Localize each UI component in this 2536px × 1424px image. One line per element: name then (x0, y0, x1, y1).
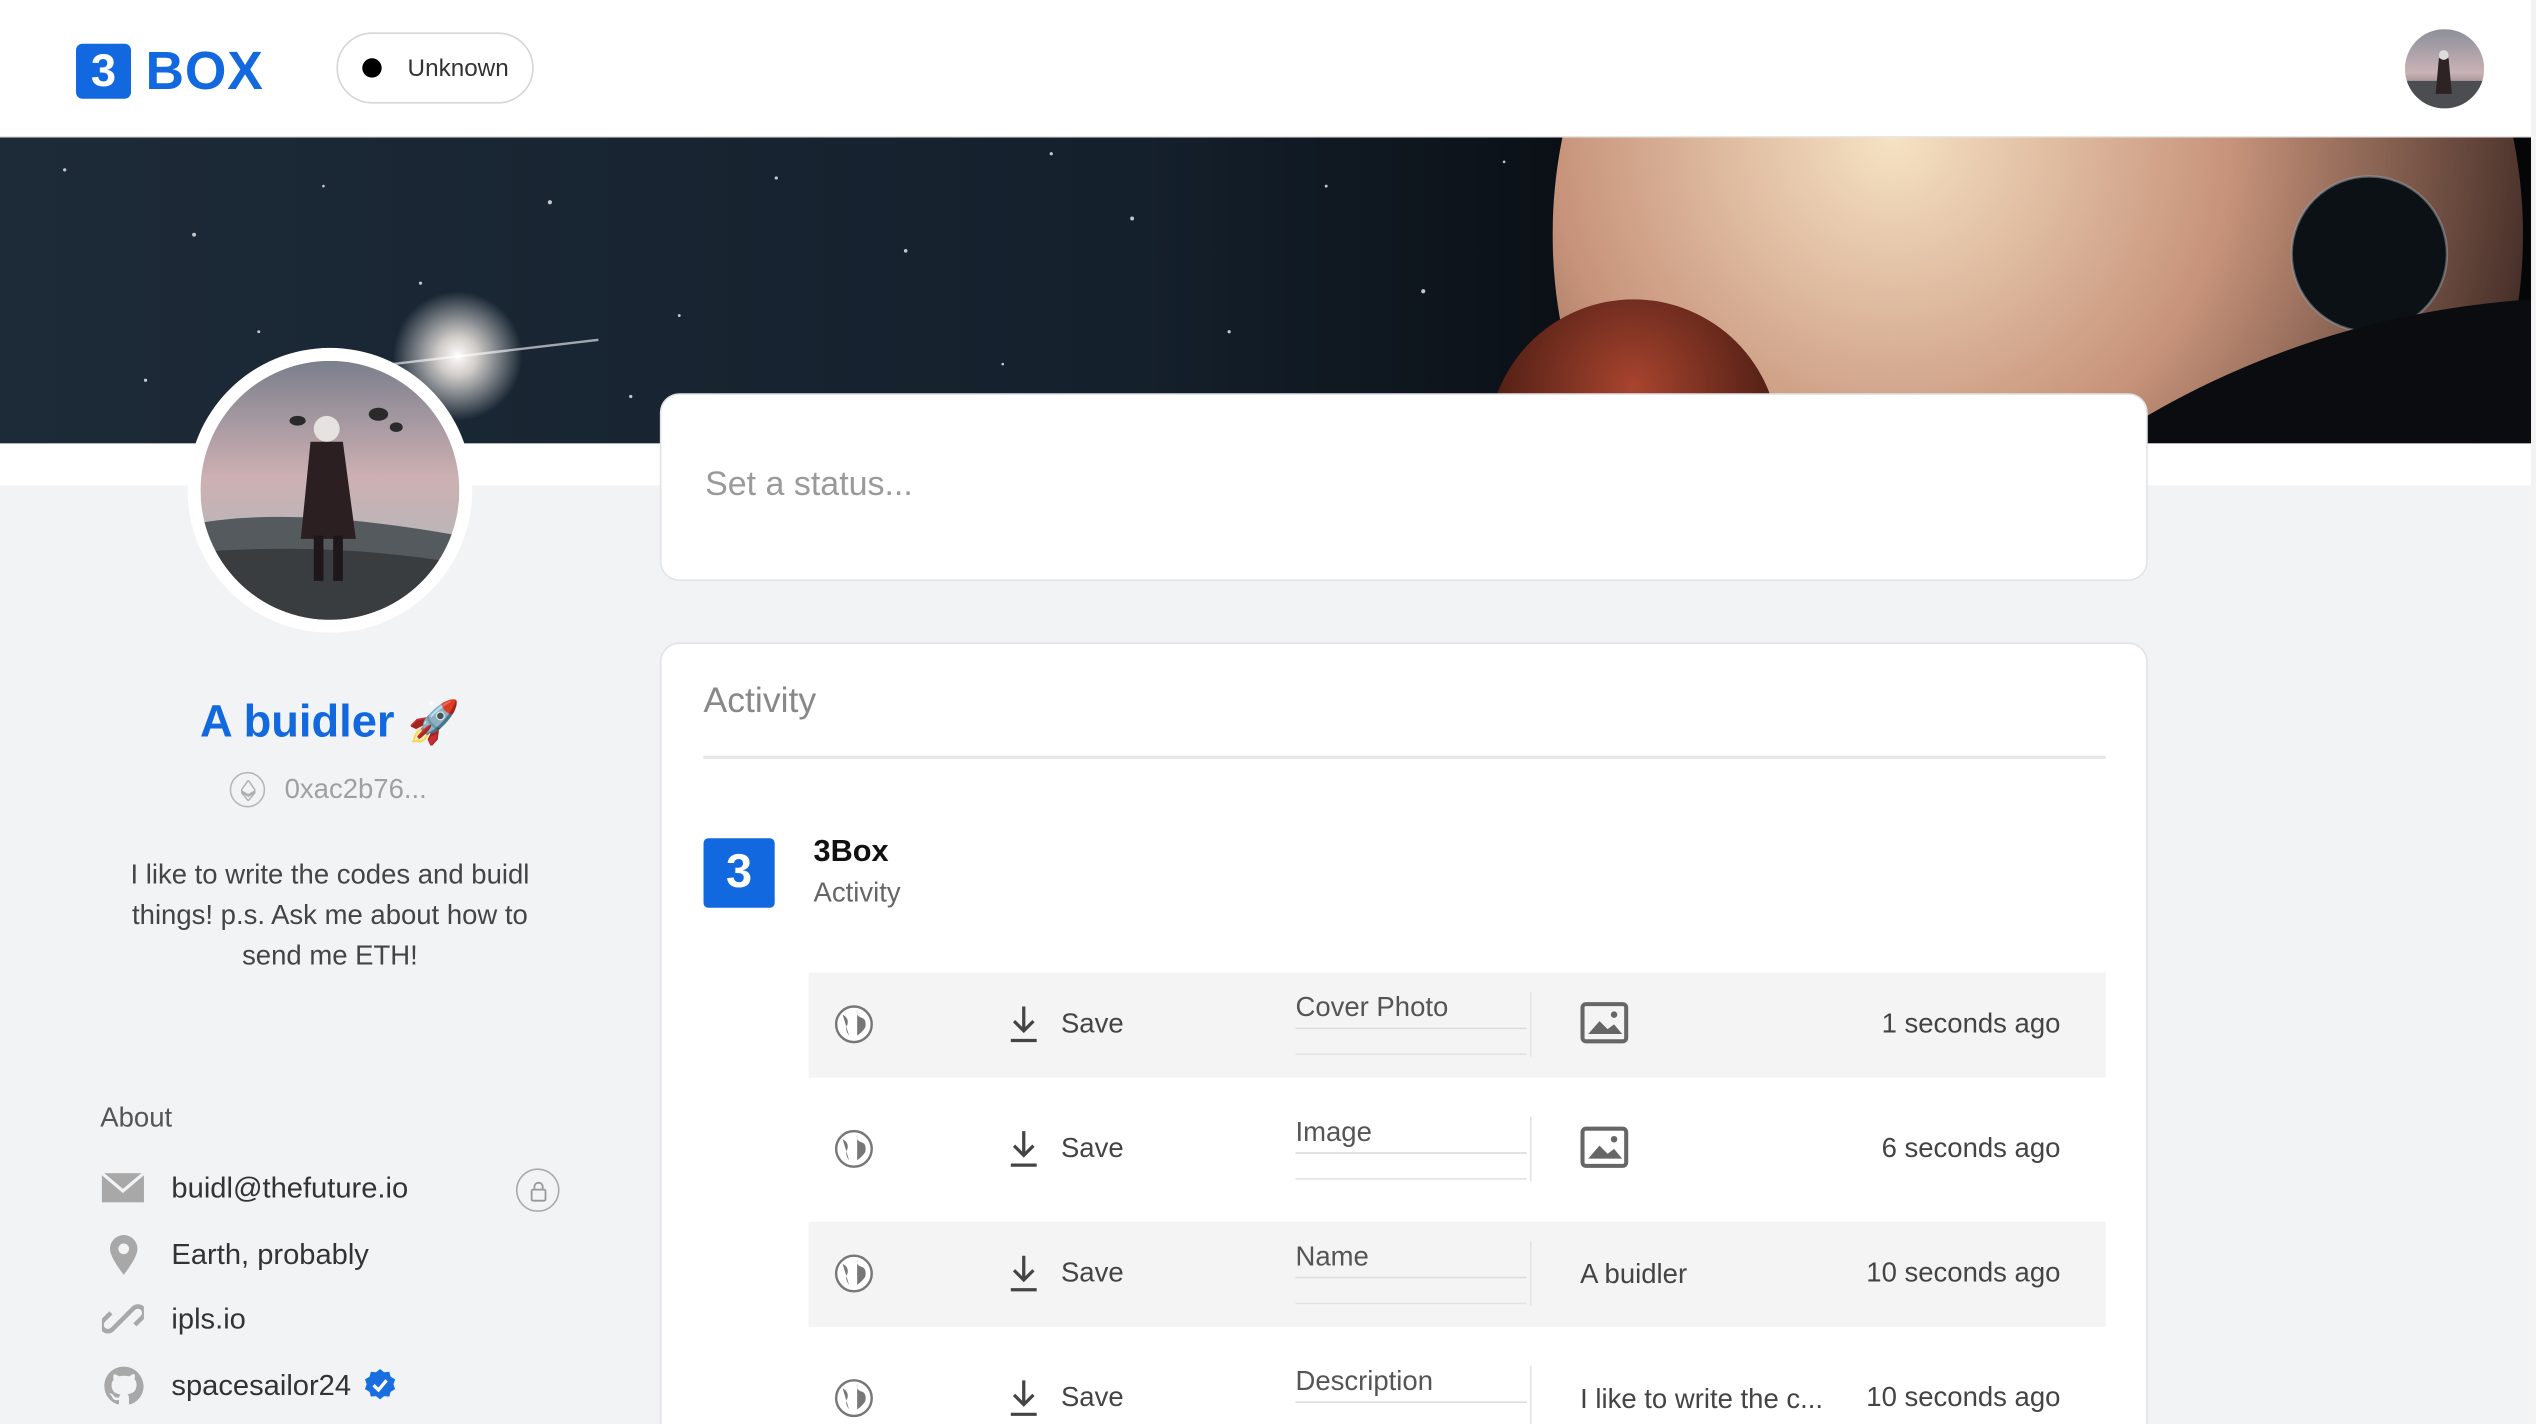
activity-row: Save Cover Photo 1 seconds ago (808, 972, 2106, 1078)
globe-icon (834, 1254, 873, 1293)
field-underline (1295, 1302, 1527, 1305)
top-nav: 3 BOX Unknown (0, 0, 2532, 138)
rocket-emoji-icon: 🚀 (407, 697, 460, 746)
about-location: Earth, probably (100, 1231, 369, 1276)
location-pin-icon (100, 1231, 145, 1276)
activity-time: 1 seconds ago (1881, 1008, 2061, 1039)
app-subtitle: Activity (813, 877, 901, 908)
field-underline (1295, 1178, 1527, 1180)
network-status-pill[interactable]: Unknown (336, 32, 534, 104)
mail-icon (100, 1165, 145, 1210)
status-card (659, 393, 2148, 581)
activity-time: 10 seconds ago (1866, 1381, 2061, 1413)
activity-title: Activity (703, 679, 817, 721)
activity-row: Save Image 6 seconds ago (809, 1097, 2106, 1202)
eth-address-row[interactable]: 0xac2b76... (229, 771, 427, 808)
activity-action: Save (1060, 1132, 1124, 1164)
activity-divider (703, 755, 2106, 759)
app-name: 3Box (813, 834, 889, 869)
lock-icon (529, 1180, 546, 1201)
profile-picture[interactable] (187, 347, 473, 633)
activity-value: A buidler (1580, 1258, 1688, 1290)
about-github[interactable]: spacesailor24 (100, 1363, 396, 1408)
nav-avatar-image (2404, 29, 2485, 109)
activity-row: Save Description I like to write the c..… (809, 1346, 2106, 1424)
app-3box-icon: 3 (703, 838, 775, 908)
profile-name: A buidler (199, 695, 395, 746)
activity-time: 6 seconds ago (1881, 1132, 2061, 1164)
activity-field: Image (1295, 1117, 1527, 1154)
download-icon (1010, 1380, 1037, 1416)
field-separator (1529, 1116, 1556, 1182)
activity-action: Save (1060, 1381, 1124, 1413)
link-icon (100, 1296, 145, 1341)
about-location-label: Earth, probably (171, 1237, 369, 1270)
about-website-label: ipls.io (171, 1301, 246, 1335)
activity-action: Save (1060, 1008, 1124, 1039)
network-status-label: Unknown (407, 54, 509, 82)
download-icon (1010, 1255, 1037, 1292)
activity-field: Cover Photo (1295, 992, 1527, 1030)
about-website[interactable]: ipls.io (100, 1296, 246, 1341)
globe-icon (834, 1005, 873, 1044)
activity-value: I like to write the c... (1580, 1383, 1824, 1415)
profile-name-row: A buidler 🚀 (0, 696, 660, 748)
github-icon (100, 1363, 145, 1408)
activity-action: Save (1060, 1257, 1124, 1289)
about-github-label: spacesailor24 (171, 1368, 352, 1401)
image-icon (1580, 1126, 1629, 1168)
field-separator (1529, 1241, 1556, 1306)
globe-icon (834, 1129, 873, 1168)
about-email-label: buidl@thefuture.io (171, 1170, 409, 1204)
eth-address: 0xac2b76... (284, 773, 427, 805)
activity-card: Activity 3 3Box Activity Save Cover Phot… (659, 642, 2148, 1424)
profile-picture-image (200, 360, 460, 620)
field-separator (1529, 1365, 1556, 1424)
ethereum-icon (229, 771, 266, 808)
nav-avatar[interactable] (2404, 29, 2485, 109)
image-icon (1580, 1002, 1629, 1044)
verified-badge-icon (365, 1368, 396, 1400)
activity-field: Description (1295, 1366, 1527, 1403)
logo-mark: 3 (76, 43, 132, 99)
logo[interactable]: 3 BOX (76, 40, 264, 101)
globe-icon (834, 1379, 873, 1418)
activity-time: 10 seconds ago (1866, 1257, 2061, 1289)
private-lock-button[interactable] (515, 1168, 560, 1213)
profile-bio: I like to write the codes and buidl thin… (130, 859, 530, 971)
download-icon (1010, 1131, 1037, 1167)
about-email: buidl@thefuture.io (100, 1165, 408, 1210)
activity-field: Name (1295, 1241, 1527, 1279)
activity-row: Save Name A buidler 10 seconds ago (808, 1221, 2106, 1327)
status-input[interactable] (705, 466, 2097, 505)
download-icon (1010, 1006, 1037, 1043)
field-underline (1295, 1053, 1527, 1056)
network-status-dot-icon (362, 58, 382, 78)
page-edge (2531, 0, 2536, 1424)
about-section-title: About (100, 1101, 173, 1133)
field-separator (1529, 991, 1556, 1057)
logo-text: BOX (145, 40, 264, 101)
